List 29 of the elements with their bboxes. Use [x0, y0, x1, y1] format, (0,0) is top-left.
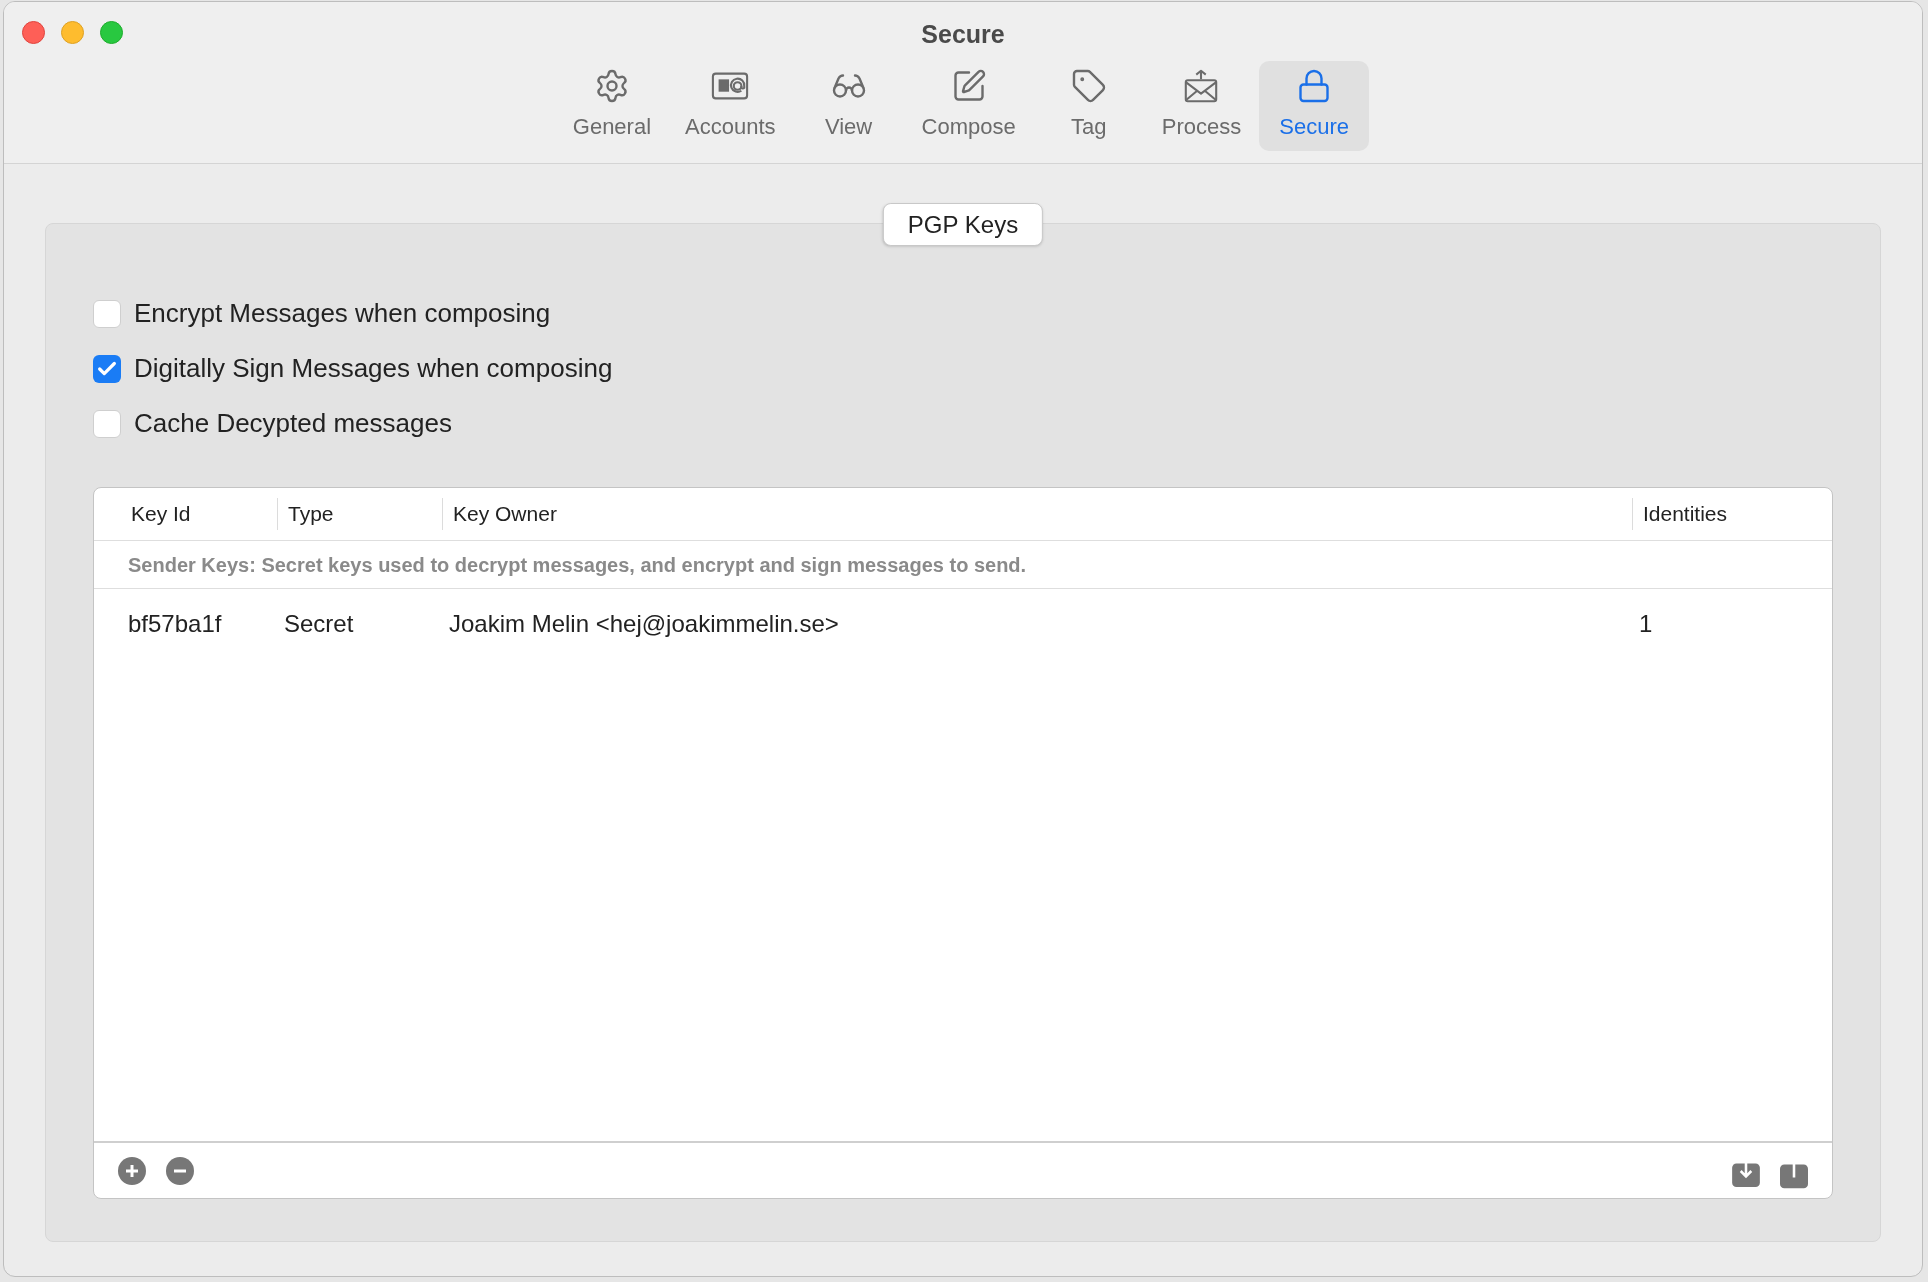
table-row[interactable]: bf57ba1f Secret Joakim Melin <hej@joakimmelin.se> 1	[94, 589, 1832, 659]
toolbar-tab[interactable]: Secure	[1259, 60, 1370, 151]
checkbox[interactable]	[93, 354, 121, 383]
table-cell: bf57ba1f	[128, 610, 222, 637]
column-header[interactable]: Identities	[1643, 498, 1728, 530]
table-cell: Secret	[284, 610, 354, 637]
remove-icon[interactable]	[166, 1156, 194, 1185]
zoom-button[interactable]	[100, 21, 123, 44]
column-header[interactable]: Key Id	[131, 498, 191, 530]
toolbar-tab[interactable]: Process	[1145, 60, 1258, 151]
checkbox[interactable]	[93, 409, 121, 438]
pgp-keys-button[interactable]: PGP Keys	[882, 203, 1044, 246]
checkbox-label: Encrypt Messages when composing	[134, 297, 551, 330]
checkbox-label: Cache Decypted messages	[134, 407, 452, 440]
add-icon[interactable]	[118, 1156, 146, 1185]
toolbar-tab[interactable]: General	[556, 60, 668, 151]
column-header[interactable]: Type	[288, 498, 334, 530]
window-title: Secure	[921, 19, 1005, 50]
table-cell: Joakim Melin <hej@joakimmelin.se>	[449, 610, 839, 637]
toolbar-tab[interactable]: Accounts	[669, 60, 792, 151]
section-note: Sender Keys: Secret keys used to decrypt messages, and encrypt and sign messages to send.	[128, 552, 1027, 578]
toolbar-tab[interactable]: Compose	[905, 60, 1032, 151]
toolbar-tab[interactable]: Tag	[1033, 60, 1144, 151]
close-button[interactable]	[22, 21, 45, 44]
checkbox[interactable]	[93, 299, 121, 328]
column-header[interactable]: Key Owner	[453, 498, 557, 530]
table-cell: 1	[1639, 610, 1653, 637]
toolbar-tab[interactable]: View	[793, 60, 904, 151]
checkbox-label: Digitally Sign Messages when composing	[134, 352, 613, 385]
